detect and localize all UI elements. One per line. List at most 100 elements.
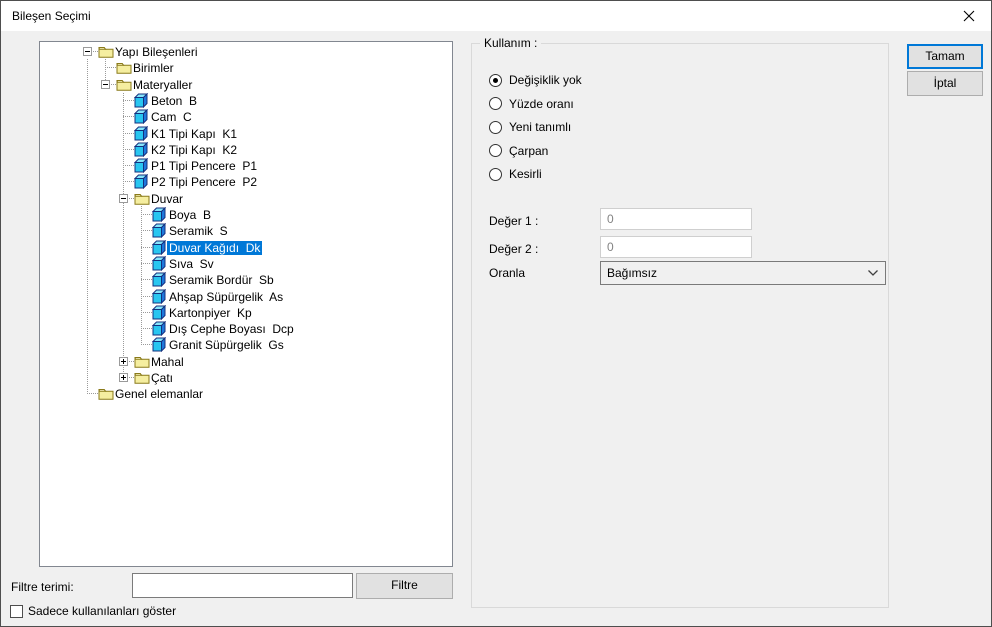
ok-button[interactable]: Tamam xyxy=(907,44,983,69)
collapse-icon[interactable] xyxy=(101,79,110,89)
tree-item-p1-tipi-pencere-p1[interactable]: P1 Tipi Pencere P1 xyxy=(40,157,452,174)
tree-item-label: Birimler xyxy=(133,61,174,76)
tree-item-kartonpiyer-kp[interactable]: Kartonpiyer Kp xyxy=(40,304,452,321)
material-cube-icon xyxy=(151,223,168,239)
tree-item-label: Sıva Sv xyxy=(169,256,214,271)
tree-item-duvar[interactable]: Duvar xyxy=(40,191,452,207)
filter-term-input[interactable] xyxy=(132,573,353,598)
close-icon xyxy=(963,10,974,21)
tree-item-materyaller[interactable]: Materyaller xyxy=(40,77,452,93)
tree-item-seramik-s[interactable]: Seramik S xyxy=(40,223,452,239)
tree-item-ahşap-süpürgelik-as[interactable]: Ahşap Süpürgelik As xyxy=(40,288,452,305)
value2-field[interactable]: 0 xyxy=(600,236,752,258)
radio-option-label: Kesirli xyxy=(509,167,542,181)
radio-option-kesirli[interactable]: Kesirli xyxy=(489,166,542,182)
proportion-label: Oranla xyxy=(489,266,526,280)
tree-item-label: Cam C xyxy=(151,110,192,125)
tree-item-label: K2 Tipi Kapı K2 xyxy=(151,142,238,157)
radio-button-icon[interactable] xyxy=(489,97,502,110)
dialog-title: Bileşen Seçimi xyxy=(12,9,91,23)
value2-label: Değer 2 : xyxy=(489,242,539,256)
radio-option-çarpan[interactable]: Çarpan xyxy=(489,143,548,159)
close-button[interactable] xyxy=(946,1,991,30)
tree-item-cam-c[interactable]: Cam C xyxy=(40,108,452,125)
folder-icon xyxy=(134,354,150,369)
tree-item-granit-süpürgelik-gs[interactable]: Granit Süpürgelik Gs xyxy=(40,337,452,353)
tree-item-çatı[interactable]: Çatı xyxy=(40,370,452,386)
material-cube-icon xyxy=(133,141,150,158)
collapse-icon[interactable] xyxy=(119,193,128,203)
component-tree-inner: Yapı Bileşenleri Birimler Materyaller Beton… xyxy=(40,42,452,566)
show-used-checkbox[interactable] xyxy=(10,604,23,618)
show-used-checkbox-row[interactable]: Sadece kullanılanları göster xyxy=(10,603,176,619)
tree-item-k2-tipi-kapı-k2[interactable]: K2 Tipi Kapı K2 xyxy=(40,141,452,158)
tree-item-label: Granit Süpürgelik Gs xyxy=(169,338,284,353)
tree-item-label: Genel elemanlar xyxy=(115,387,204,402)
tree-item-label: Duvar Kağıdı Dk xyxy=(167,240,263,255)
radio-option-yeni-tanımlı[interactable]: Yeni tanımlı xyxy=(489,119,571,135)
material-cube-icon xyxy=(133,157,150,174)
material-cube-icon xyxy=(133,174,150,190)
tree-item-label: Kartonpiyer Kp xyxy=(169,305,252,320)
tree-item-k1-tipi-kapı-k1[interactable]: K1 Tipi Kapı K1 xyxy=(40,125,452,142)
collapse-icon[interactable] xyxy=(83,47,92,56)
filter-button[interactable]: Filtre xyxy=(356,573,453,599)
tree-item-label: Materyaller xyxy=(133,77,193,92)
radio-button-icon[interactable] xyxy=(489,167,502,181)
tree-item-label: Dış Cephe Boyası Dcp xyxy=(169,322,294,337)
value1-label: Değer 1 : xyxy=(489,214,539,228)
tree-item-duvar-kağıdı-dk[interactable]: Duvar Kağıdı Dk xyxy=(40,239,452,256)
tree-item-label: Duvar xyxy=(151,191,184,206)
tree-item-seramik-bordür-sb[interactable]: Seramik Bordür Sb xyxy=(40,271,452,288)
show-used-checkbox-label: Sadece kullanılanları göster xyxy=(28,604,177,618)
material-cube-icon xyxy=(151,304,168,321)
material-cube-icon xyxy=(133,108,150,125)
material-cube-icon xyxy=(133,125,150,141)
material-cube-icon xyxy=(151,206,168,223)
radio-button-icon[interactable] xyxy=(489,144,502,157)
tree-item-label: P1 Tipi Pencere P1 xyxy=(151,159,258,174)
material-cube-icon xyxy=(133,92,150,109)
radio-button-icon[interactable] xyxy=(489,73,502,87)
cancel-button[interactable]: İptal xyxy=(907,71,983,96)
radio-option-label: Çarpan xyxy=(509,143,549,158)
material-cube-icon xyxy=(151,239,168,255)
radio-option-label: Değişiklik yok xyxy=(509,73,582,87)
usage-groupbox: Kullanım : Değişiklik yok Yüzde oranı Yeni… xyxy=(471,36,889,608)
folder-icon xyxy=(134,191,150,206)
tree-item-label: Yapı Bileşenleri xyxy=(115,45,198,59)
tree-item-yapı-bileşenleri[interactable]: Yapı Bileşenleri xyxy=(40,44,452,60)
tree-item-birimler[interactable]: Birimler xyxy=(40,60,452,76)
radio-option-label: Yüzde oranı xyxy=(509,96,574,111)
chevron-down-icon xyxy=(868,270,878,276)
folder-icon xyxy=(98,44,114,59)
tree-item-label: P2 Tipi Pencere P2 xyxy=(151,175,258,190)
tree-item-genel-elemanlar[interactable]: Genel elemanlar xyxy=(40,386,452,402)
tree-item-dış-cephe-boyası-dcp[interactable]: Dış Cephe Boyası Dcp xyxy=(40,320,452,337)
filter-term-label: Filtre terimi: xyxy=(11,580,74,594)
folder-icon xyxy=(134,370,150,385)
title-bar: Bileşen Seçimi xyxy=(1,1,991,31)
expand-icon[interactable] xyxy=(119,356,128,366)
material-cube-icon xyxy=(151,255,168,272)
material-cube-icon xyxy=(151,337,168,353)
component-selection-dialog: Bileşen Seçimi Yapı Bileşenleri Birimler M… xyxy=(0,0,992,627)
folder-icon xyxy=(98,386,114,401)
proportion-dropdown[interactable]: Bağımsız xyxy=(600,261,886,285)
tree-item-p2-tipi-pencere-p2[interactable]: P2 Tipi Pencere P2 xyxy=(40,174,452,190)
tree-item-mahal[interactable]: Mahal xyxy=(40,354,452,370)
tree-item-label: Ahşap Süpürgelik As xyxy=(169,289,284,304)
radio-option-yüzde-oranı[interactable]: Yüzde oranı xyxy=(489,96,574,112)
tree-item-label: Çatı xyxy=(151,371,174,385)
tree-item-beton-b[interactable]: Beton B xyxy=(40,92,452,109)
tree-item-sıva-sv[interactable]: Sıva Sv xyxy=(40,255,452,272)
tree-item-boya-b[interactable]: Boya B xyxy=(40,206,452,223)
radio-button-icon[interactable] xyxy=(489,120,502,134)
component-tree[interactable]: Yapı Bileşenleri Birimler Materyaller Beton… xyxy=(39,41,453,567)
usage-group-label: Kullanım : xyxy=(480,36,542,50)
expand-icon[interactable] xyxy=(119,373,128,382)
radio-option-değişiklik-yok[interactable]: Değişiklik yok xyxy=(489,72,582,88)
value1-field[interactable]: 0 xyxy=(600,208,752,230)
proportion-dropdown-value: Bağımsız xyxy=(607,266,658,280)
tree-item-label: Boya B xyxy=(169,208,212,222)
